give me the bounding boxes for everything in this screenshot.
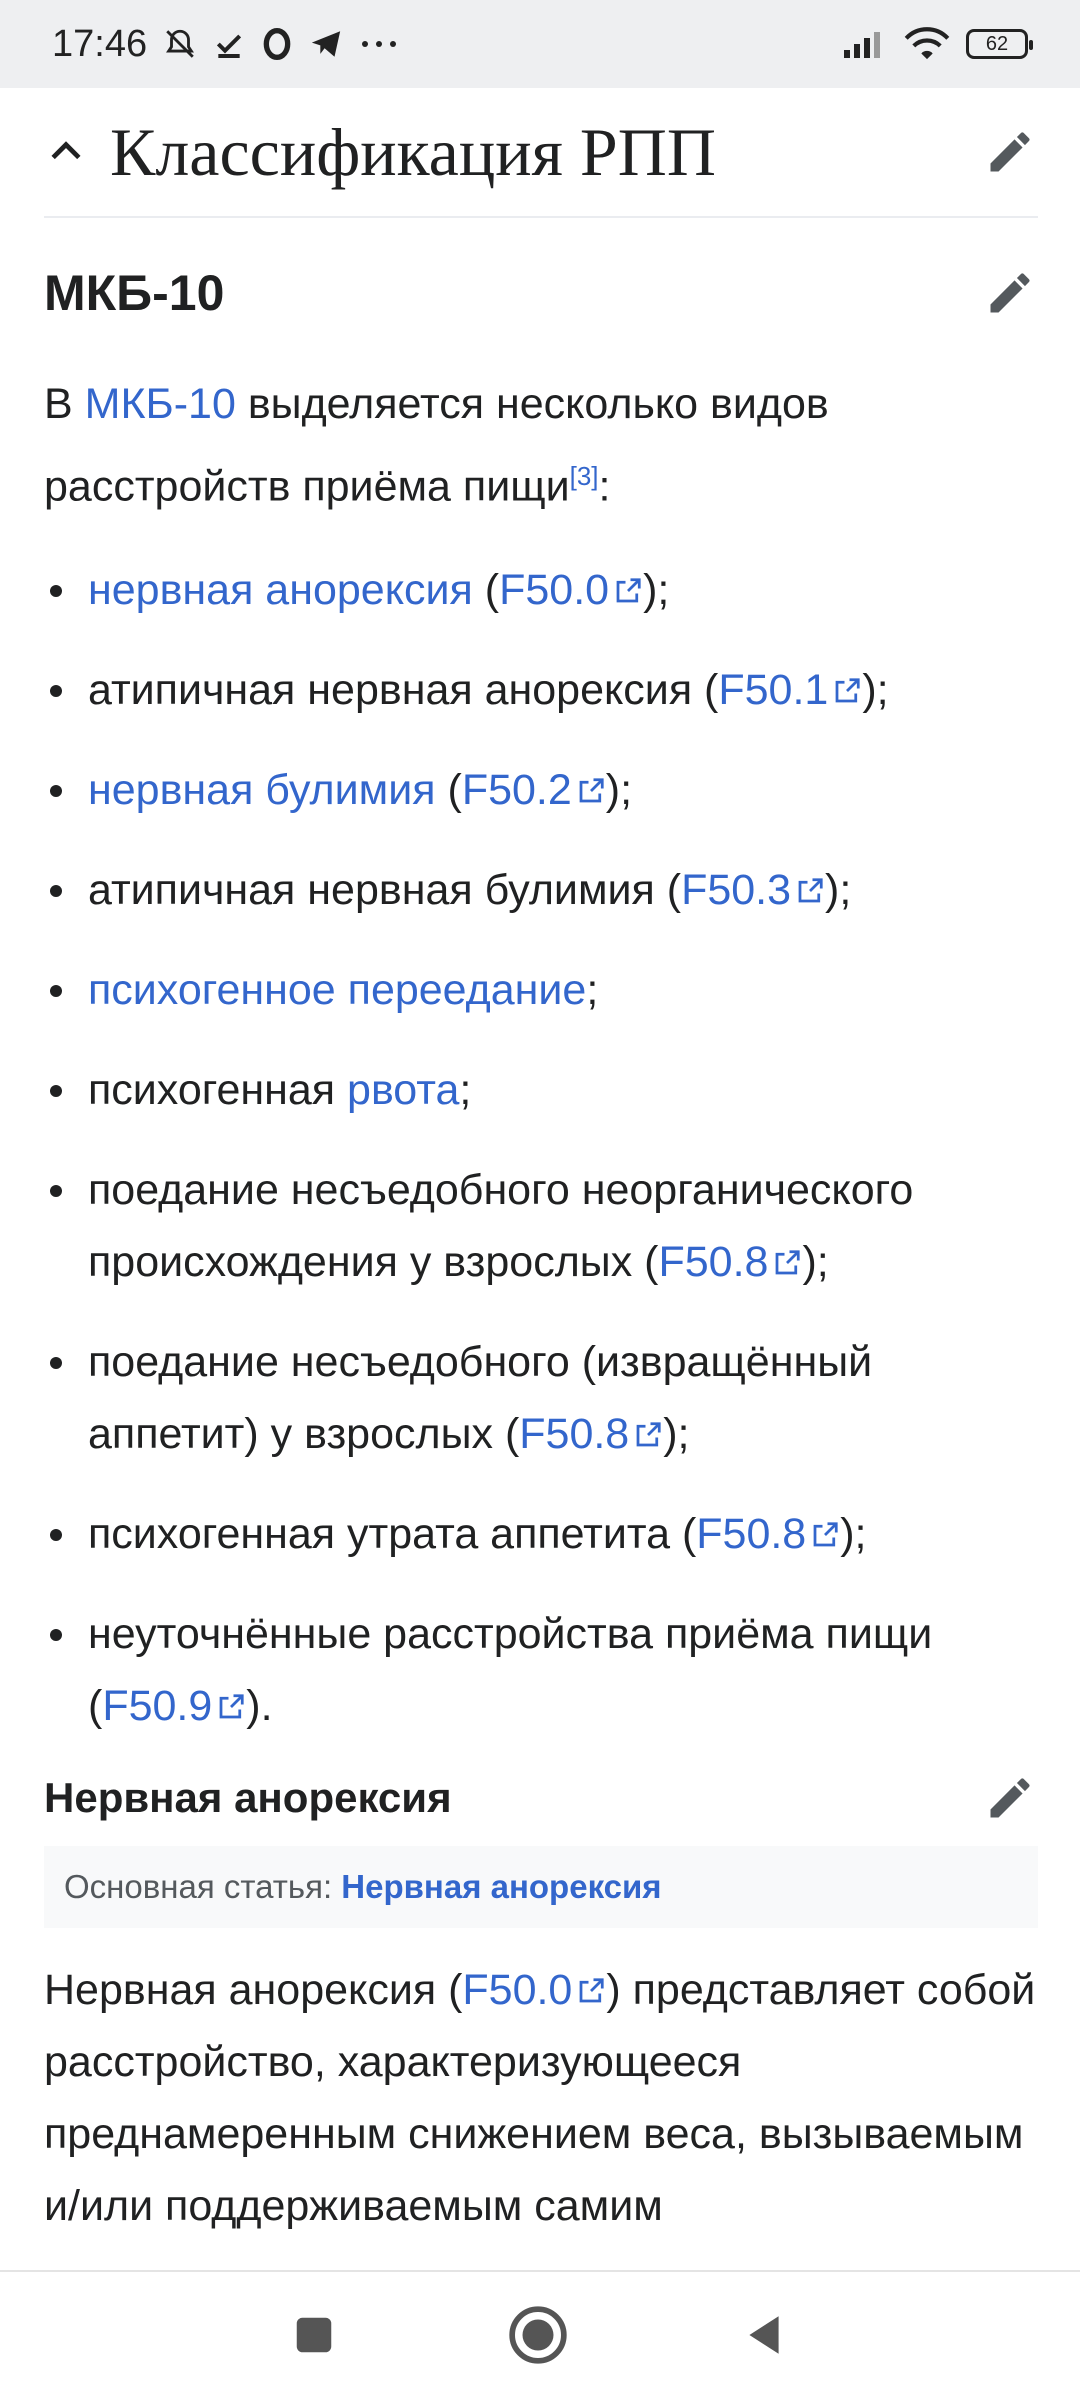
list-item: психогенная утрата аппетита (F50.8); (44, 1498, 1038, 1570)
code-link[interactable]: F50.9 (102, 1682, 246, 1730)
list-item: атипичная нервная булимия (F50.3); (44, 854, 1038, 926)
code-link[interactable]: F50.1 (718, 666, 862, 714)
list-item: атипичная нервная анорексия (F50.1); (44, 654, 1038, 726)
disorders-list: нервная анорексия (F50.0); атипичная нер… (44, 554, 1038, 1742)
section-header[interactable]: Классификация РПП (44, 88, 1038, 218)
code-link[interactable]: F50.0 (499, 566, 643, 614)
section-title: Классификация РПП (110, 113, 716, 190)
edit-pencil-icon[interactable] (982, 1770, 1038, 1826)
external-link-icon (798, 878, 823, 903)
external-link-icon (579, 1978, 604, 2003)
status-bar: 17:46 62 (0, 0, 1080, 88)
article-link[interactable]: психогенное переедание (88, 966, 586, 1014)
list-item: поедание несъедобного (извращённый аппет… (44, 1326, 1038, 1470)
list-item: психогенное переедание; (44, 954, 1038, 1026)
article-link[interactable]: нервная булимия (88, 766, 436, 814)
code-link[interactable]: F50.8 (519, 1410, 663, 1458)
signal-icon (842, 28, 888, 60)
subsection-title: МКБ-10 (44, 265, 225, 321)
external-link-icon (636, 1422, 661, 1447)
anorexia-paragraph: Нервная анорексия (F50.0) представляет с… (44, 1966, 1036, 2231)
main-article-link[interactable]: Нервная анорексия (341, 1868, 661, 1905)
clock: 17:46 (52, 22, 148, 65)
list-item: неуточнённые расстройства приёма пищи (F… (44, 1598, 1038, 1742)
chevron-up-icon[interactable] (44, 130, 88, 174)
check-icon (213, 28, 245, 60)
edit-pencil-icon[interactable] (982, 265, 1038, 321)
article-link[interactable]: рвота (347, 1066, 459, 1114)
wifi-icon (904, 27, 950, 61)
home-button[interactable] (507, 2304, 569, 2371)
external-link-icon (219, 1694, 244, 1719)
recents-button[interactable] (291, 2312, 337, 2363)
article-content: Классификация РПП МКБ-10 В МКБ-10 выделя… (44, 88, 1038, 2285)
article-link[interactable]: нервная анорексия (88, 566, 473, 614)
list-item: поедание несъедобного неорганического пр… (44, 1154, 1038, 1298)
external-link-icon (616, 578, 641, 603)
external-link-icon (835, 678, 860, 703)
telegram-icon (309, 27, 343, 61)
back-button[interactable] (739, 2310, 789, 2365)
code-link[interactable]: F50.8 (658, 1238, 802, 1286)
system-nav-bar (0, 2270, 1080, 2402)
list-item: психогенная рвота; (44, 1054, 1038, 1126)
muted-bell-icon (163, 27, 197, 61)
external-link-icon (776, 1250, 801, 1275)
code-link[interactable]: F50.3 (681, 866, 825, 914)
list-item: нервная булимия (F50.2); (44, 754, 1038, 826)
battery-icon: 62 (966, 29, 1033, 59)
icd10-link[interactable]: МКБ-10 (85, 380, 236, 428)
code-link[interactable]: F50.0 (462, 1966, 606, 2014)
external-link-icon (813, 1522, 838, 1547)
main-article-hatnote: Основная статья: Нервная анорексия (44, 1846, 1038, 1929)
reference-link[interactable]: [3] (570, 461, 599, 491)
code-link[interactable]: F50.8 (696, 1510, 840, 1558)
anorexia-heading: Нервная анорексия (44, 1774, 452, 1822)
code-link[interactable]: F50.2 (462, 766, 606, 814)
opera-icon (261, 28, 293, 60)
edit-pencil-icon[interactable] (982, 124, 1038, 180)
external-link-icon (579, 778, 604, 803)
list-item: нервная анорексия (F50.0); (44, 554, 1038, 626)
intro-paragraph: В МКБ-10 выделяется несколько видов расс… (44, 380, 829, 511)
more-icon (359, 38, 399, 50)
